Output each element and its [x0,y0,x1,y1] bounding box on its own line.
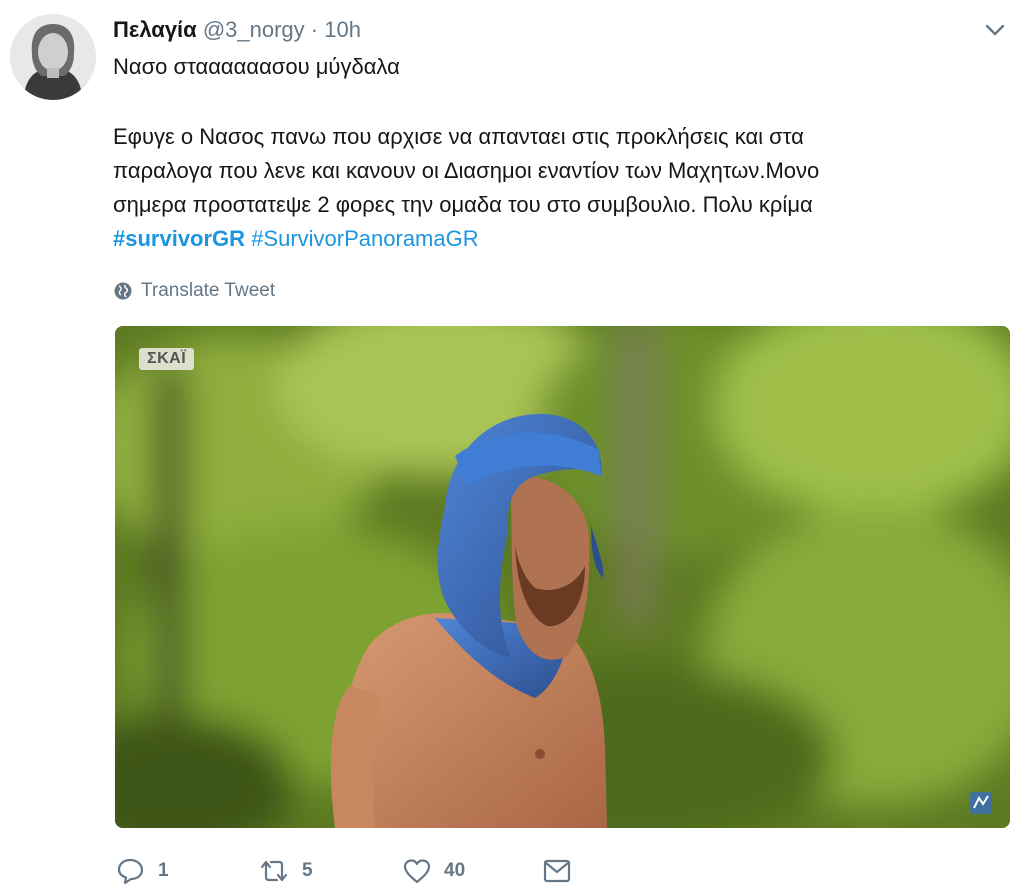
retweet-icon [260,860,288,882]
avatar[interactable] [10,14,96,100]
retweet-count: 5 [302,860,313,881]
retweet-button[interactable]: 5 [258,854,313,888]
translate-tweet-button[interactable]: Translate Tweet [113,279,275,303]
hashtag-line: #survivorGR #SurvivorPanoramaGR [113,222,993,256]
chevron-down-icon[interactable] [984,22,1006,38]
reply-button[interactable]: 1 [116,854,169,888]
like-button[interactable]: 40 [402,854,465,888]
separator-dot: · [310,17,319,42]
media-image [115,326,1010,828]
direct-message-button[interactable] [542,854,572,888]
tweet-body-line: Εφυγε ο Νασος πανω που αρχισε να απανταε… [113,124,804,149]
envelope-icon [543,859,571,883]
translate-label: Translate Tweet [141,280,276,301]
tweet-timestamp[interactable]: 10h [324,17,361,42]
hashtag-link[interactable]: #SurvivorPanoramaGR [251,226,478,251]
globe-icon [114,282,132,300]
tweet-body-line: σημερα προστατεψε 2 φορες την ομαδα του … [113,192,813,217]
like-count: 40 [444,860,466,881]
reply-count: 1 [158,860,169,881]
tweet-header: Πελαγία @3_norgy · 10h [113,16,361,44]
broadcast-logo-icon [968,790,994,816]
channel-watermark: ΣΚΑΪ [139,348,195,370]
tweet-body: Εφυγε ο Νασος πανω που αρχισε να απανταε… [113,120,993,256]
author-name[interactable]: Πελαγία [113,17,197,42]
heart-icon [403,859,431,884]
author-handle[interactable]: @3_norgy [203,17,305,42]
hashtag-link[interactable]: #survivorGR [113,226,245,251]
reply-icon [117,858,144,885]
tweet-body-line: παραλογα που λενε και κανουν οι Διασημοι… [113,158,820,183]
avatar-image [10,14,96,100]
tweet-first-line: Νασο σταααααασου μύγδαλα [113,54,400,79]
tweet-media[interactable]: ΣΚΑΪ [115,326,1010,828]
